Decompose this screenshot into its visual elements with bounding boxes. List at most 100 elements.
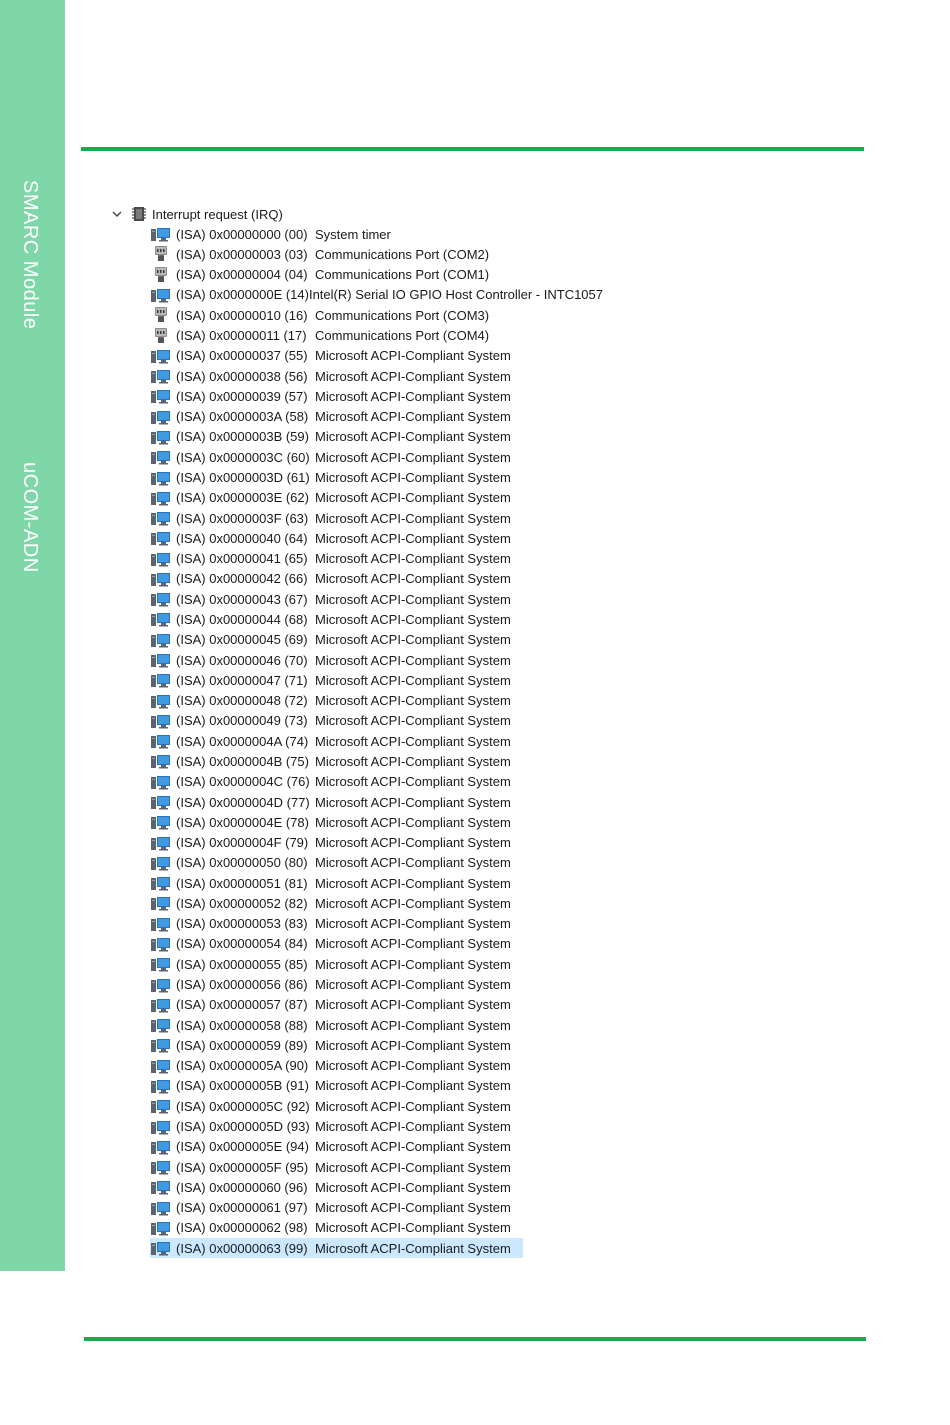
irq-list-item[interactable]: (ISA) 0x00000056 (86) Microsoft ACPI-Comp… xyxy=(150,974,523,994)
device-name: Communications Port (COM2) xyxy=(315,246,490,262)
irq-list-item[interactable]: (ISA) 0x00000038 (56) Microsoft ACPI-Comp… xyxy=(150,366,523,386)
system-device-icon xyxy=(151,490,171,506)
chevron-down-icon[interactable] xyxy=(110,207,124,221)
device-name: Microsoft ACPI-Compliant System xyxy=(315,997,511,1013)
irq-list-item[interactable]: (ISA) 0x00000037 (55) Microsoft ACPI-Comp… xyxy=(150,346,523,366)
device-name: Microsoft ACPI-Compliant System xyxy=(315,1200,511,1216)
device-name: Microsoft ACPI-Compliant System xyxy=(315,774,511,790)
irq-list-item[interactable]: (ISA) 0x0000003B (59) Microsoft ACPI-Comp… xyxy=(150,427,523,447)
irq-list-item[interactable]: (ISA) 0x0000000E (14) Intel(R) Serial IO … xyxy=(150,285,603,305)
device-name: Microsoft ACPI-Compliant System xyxy=(315,814,511,830)
irq-list-item[interactable]: (ISA) 0x00000046 (70) Microsoft ACPI-Comp… xyxy=(150,650,523,670)
irq-list-item[interactable]: (ISA) 0x00000057 (87) Microsoft ACPI-Comp… xyxy=(150,995,523,1015)
irq-list-item[interactable]: (ISA) 0x00000063 (99) Microsoft ACPI-Comp… xyxy=(150,1238,523,1259)
irq-list-item[interactable]: (ISA) 0x00000044 (68) Microsoft ACPI-Comp… xyxy=(150,609,523,629)
irq-list-item[interactable]: (ISA) 0x00000062 (98) Microsoft ACPI-Comp… xyxy=(150,1218,523,1238)
irq-resource: (ISA) 0x00000054 (84) xyxy=(176,936,308,952)
irq-list-item[interactable]: (ISA) 0x00000048 (72) Microsoft ACPI-Comp… xyxy=(150,690,523,710)
system-device-icon xyxy=(151,875,171,891)
port-icon xyxy=(151,307,171,323)
irq-list-item[interactable]: (ISA) 0x00000052 (82) Microsoft ACPI-Comp… xyxy=(150,893,523,913)
irq-list-item[interactable]: (ISA) 0x0000003F (63) Microsoft ACPI-Comp… xyxy=(150,508,523,528)
irq-resource: (ISA) 0x0000000E (14) xyxy=(176,287,309,303)
sidebar-label-model: uCOM-ADN xyxy=(19,462,41,573)
irq-list-item[interactable]: (ISA) 0x00000047 (71) Microsoft ACPI-Comp… xyxy=(150,670,523,690)
irq-list-item[interactable]: (ISA) 0x00000050 (80) Microsoft ACPI-Comp… xyxy=(150,853,523,873)
irq-list-item[interactable]: (ISA) 0x0000005E (94) Microsoft ACPI-Comp… xyxy=(150,1137,523,1157)
irq-resource: (ISA) 0x00000063 (99) xyxy=(176,1240,308,1256)
device-name: Microsoft ACPI-Compliant System xyxy=(315,1017,511,1033)
irq-list-item[interactable]: (ISA) 0x00000003 (03) Communications Port… xyxy=(150,244,523,264)
system-device-icon xyxy=(151,1139,171,1155)
irq-list-item[interactable]: (ISA) 0x0000005B (91) Microsoft ACPI-Comp… xyxy=(150,1076,523,1096)
irq-list-item[interactable]: (ISA) 0x00000053 (83) Microsoft ACPI-Comp… xyxy=(150,914,523,934)
irq-resource: (ISA) 0x0000003C (60) xyxy=(176,449,310,465)
irq-resource: (ISA) 0x0000005B (91) xyxy=(176,1078,309,1094)
irq-list-item[interactable]: (ISA) 0x00000055 (85) Microsoft ACPI-Comp… xyxy=(150,954,523,974)
irq-list-item[interactable]: (ISA) 0x00000060 (96) Microsoft ACPI-Comp… xyxy=(150,1177,523,1197)
irq-list-item[interactable]: (ISA) 0x0000004C (76) Microsoft ACPI-Comp… xyxy=(150,772,523,792)
irq-resource: (ISA) 0x00000055 (85) xyxy=(176,956,308,972)
irq-list-item[interactable]: (ISA) 0x00000059 (89) Microsoft ACPI-Comp… xyxy=(150,1035,523,1055)
device-name: Microsoft ACPI-Compliant System xyxy=(315,1220,511,1236)
device-name: Microsoft ACPI-Compliant System xyxy=(315,1139,511,1155)
irq-list-item[interactable]: (ISA) 0x00000058 (88) Microsoft ACPI-Comp… xyxy=(150,1015,523,1035)
irq-list-item[interactable]: (ISA) 0x0000005F (95) Microsoft ACPI-Comp… xyxy=(150,1157,523,1177)
system-device-icon xyxy=(151,1078,171,1094)
irq-list-item[interactable]: (ISA) 0x00000049 (73) Microsoft ACPI-Comp… xyxy=(150,711,523,731)
irq-list-item[interactable]: (ISA) 0x0000003C (60) Microsoft ACPI-Comp… xyxy=(150,447,523,467)
irq-resource: (ISA) 0x00000010 (16) xyxy=(176,307,308,323)
irq-resource: (ISA) 0x00000053 (83) xyxy=(176,916,308,932)
irq-list-item[interactable]: (ISA) 0x0000004D (77) Microsoft ACPI-Comp… xyxy=(150,792,523,812)
system-device-icon xyxy=(151,693,171,709)
irq-list-item[interactable]: (ISA) 0x0000003A (58) Microsoft ACPI-Comp… xyxy=(150,407,523,427)
irq-list-item[interactable]: (ISA) 0x00000045 (69) Microsoft ACPI-Comp… xyxy=(150,630,523,650)
irq-list-item[interactable]: (ISA) 0x00000000 (00) System timer xyxy=(150,224,523,244)
irq-list-item[interactable]: (ISA) 0x0000005D (93) Microsoft ACPI-Comp… xyxy=(150,1116,523,1136)
system-device-icon xyxy=(151,591,171,607)
irq-list-item[interactable]: (ISA) 0x00000039 (57) Microsoft ACPI-Comp… xyxy=(150,386,523,406)
irq-list-item[interactable]: (ISA) 0x00000051 (81) Microsoft ACPI-Comp… xyxy=(150,873,523,893)
device-name: System timer xyxy=(315,226,391,242)
tree-node-label: Interrupt request (IRQ) xyxy=(152,206,283,222)
irq-resource: (ISA) 0x00000037 (55) xyxy=(176,348,308,364)
irq-resource: (ISA) 0x00000004 (04) xyxy=(176,267,308,283)
irq-list-item[interactable]: (ISA) 0x0000004B (75) Microsoft ACPI-Comp… xyxy=(150,751,523,771)
irq-resource: (ISA) 0x0000003B (59) xyxy=(176,429,309,445)
irq-list-item[interactable]: (ISA) 0x00000043 (67) Microsoft ACPI-Comp… xyxy=(150,589,523,609)
device-name: Microsoft ACPI-Compliant System xyxy=(315,470,511,486)
tree-node-irq[interactable]: Interrupt request (IRQ) xyxy=(110,204,523,224)
system-device-icon xyxy=(151,814,171,830)
irq-list-item[interactable]: (ISA) 0x0000004A (74) Microsoft ACPI-Comp… xyxy=(150,731,523,751)
irq-list-item[interactable]: (ISA) 0x00000054 (84) Microsoft ACPI-Comp… xyxy=(150,934,523,954)
irq-resource: (ISA) 0x00000051 (81) xyxy=(176,875,308,891)
irq-resource: (ISA) 0x0000003F (63) xyxy=(176,510,309,526)
device-name: Microsoft ACPI-Compliant System xyxy=(315,753,511,769)
device-name: Microsoft ACPI-Compliant System xyxy=(315,1078,511,1094)
port-icon xyxy=(151,327,171,344)
device-name: Microsoft ACPI-Compliant System xyxy=(315,672,511,688)
irq-list-item[interactable]: (ISA) 0x0000004F (79) Microsoft ACPI-Comp… xyxy=(150,832,523,852)
irq-list-item[interactable]: (ISA) 0x0000005C (92) Microsoft ACPI-Comp… xyxy=(150,1096,523,1116)
irq-resource: (ISA) 0x00000044 (68) xyxy=(176,611,308,627)
irq-list-item[interactable]: (ISA) 0x0000005A (90) Microsoft ACPI-Comp… xyxy=(150,1056,523,1076)
irq-list-item[interactable]: (ISA) 0x00000010 (16) Communications Port… xyxy=(150,305,523,325)
device-name: Microsoft ACPI-Compliant System xyxy=(315,530,511,546)
irq-list-item[interactable]: (ISA) 0x00000011 (17) Communications Port… xyxy=(150,325,523,345)
port-icon xyxy=(151,246,171,262)
irq-resource: (ISA) 0x0000003A (58) xyxy=(176,409,309,425)
system-device-icon xyxy=(151,835,171,851)
irq-resource: (ISA) 0x00000042 (66) xyxy=(176,571,308,587)
irq-list-item[interactable]: (ISA) 0x0000004E (78) Microsoft ACPI-Comp… xyxy=(150,812,523,832)
sidebar-label-product-line: SMARC Module xyxy=(19,180,41,330)
irq-list-item[interactable]: (ISA) 0x0000003E (62) Microsoft ACPI-Comp… xyxy=(150,488,523,508)
irq-list-item[interactable]: (ISA) 0x00000042 (66) Microsoft ACPI-Comp… xyxy=(150,569,523,589)
device-name: Microsoft ACPI-Compliant System xyxy=(315,936,511,952)
irq-list-item[interactable]: (ISA) 0x00000040 (64) Microsoft ACPI-Comp… xyxy=(150,528,523,548)
irq-list-item[interactable]: (ISA) 0x00000061 (97) Microsoft ACPI-Comp… xyxy=(150,1198,523,1218)
irq-list-item[interactable]: (ISA) 0x00000041 (65) Microsoft ACPI-Comp… xyxy=(150,549,523,569)
device-name: Microsoft ACPI-Compliant System xyxy=(315,449,511,465)
system-device-icon xyxy=(151,713,171,729)
irq-list-item[interactable]: (ISA) 0x00000004 (04) Communications Port… xyxy=(150,265,523,285)
irq-list-item[interactable]: (ISA) 0x0000003D (61) Microsoft ACPI-Comp… xyxy=(150,467,523,487)
